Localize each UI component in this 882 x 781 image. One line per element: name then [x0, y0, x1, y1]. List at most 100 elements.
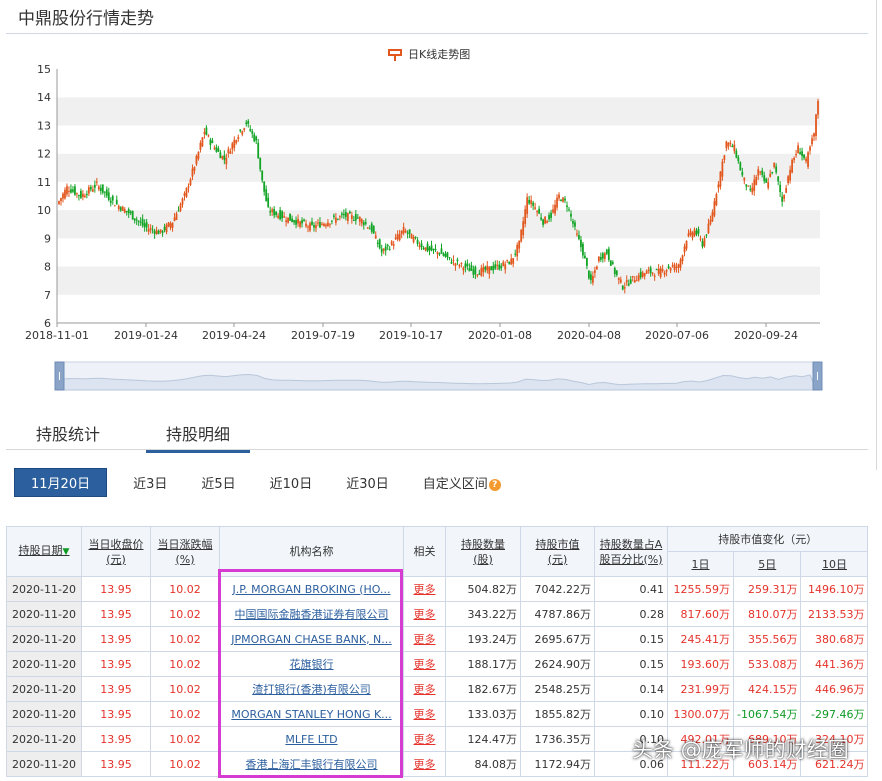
org-link[interactable]: 中国国际金融香港证券有限公司	[219, 601, 404, 627]
header-date[interactable]: 持股日期▼	[6, 526, 82, 577]
candle-body	[97, 186, 100, 190]
change-5d-cell: 259.31万	[732, 576, 802, 602]
candle-body	[721, 161, 724, 177]
range-3d[interactable]: 近3日	[133, 473, 167, 492]
more-link[interactable]: 更多	[403, 726, 446, 752]
candle-body	[482, 266, 485, 273]
candle-body	[362, 222, 365, 226]
more-link-text[interactable]: 更多	[414, 583, 436, 596]
more-link[interactable]: 更多	[403, 651, 446, 677]
candle-body	[139, 221, 142, 223]
candle-body	[536, 210, 539, 213]
more-link[interactable]: 更多	[403, 626, 446, 652]
header-change[interactable]: 当日涨跌幅 (%)	[150, 526, 220, 577]
range-nov20[interactable]: 11月20日	[14, 467, 108, 497]
change-10d-cell: 380.68万	[800, 626, 869, 652]
candle-body	[478, 273, 481, 275]
more-link-text[interactable]: 更多	[414, 608, 436, 621]
candle-body	[809, 146, 811, 151]
org-link[interactable]: 渣打银行(香港)有限公司	[219, 676, 404, 702]
candle-body	[58, 201, 60, 204]
chart-legend[interactable]: 日K线走势图	[388, 46, 470, 62]
candle-body	[647, 269, 650, 271]
y-tick-label: 9	[44, 232, 51, 245]
kline-chart[interactable]: 6 7 8 9 10 11 12 13 14 15 2018-11-01 2019-01-24 2019…	[0, 40, 860, 400]
candle-body	[428, 247, 431, 251]
org-link-text[interactable]: MLFE LTD	[285, 733, 337, 746]
candle-body	[422, 247, 425, 249]
y-tick-label: 11	[37, 176, 51, 189]
candle-body	[470, 265, 473, 271]
candle-body	[315, 225, 317, 229]
org-link-text[interactable]: MORGAN STANLEY HONG K...	[231, 708, 391, 721]
more-link[interactable]: 更多	[403, 751, 446, 777]
candle-body	[538, 208, 541, 214]
range-10d[interactable]: 近10日	[270, 473, 313, 492]
more-link-text[interactable]: 更多	[414, 733, 436, 746]
candle-body	[687, 233, 690, 237]
candle-body	[697, 229, 700, 234]
candle-body	[424, 247, 427, 251]
more-link-text[interactable]: 更多	[414, 758, 436, 771]
candle-body	[295, 220, 297, 225]
more-link-text[interactable]: 更多	[414, 708, 436, 721]
more-link[interactable]: 更多	[403, 576, 446, 602]
more-link-text[interactable]: 更多	[414, 633, 436, 646]
org-link-text[interactable]: 花旗银行	[290, 658, 334, 671]
header-pct[interactable]: 持股数量占A 股百分比(%)	[594, 526, 668, 577]
org-link[interactable]: 花旗银行	[219, 651, 404, 677]
candle-body	[701, 241, 704, 247]
grid-band	[57, 266, 820, 295]
candle-body	[117, 205, 120, 209]
org-link-text[interactable]: 渣打银行(香港)有限公司	[252, 683, 371, 696]
candle-body	[609, 260, 612, 266]
change-1d-cell: 817.60万	[667, 601, 734, 627]
candle-body	[311, 221, 313, 225]
org-link-text[interactable]: 香港上海汇丰银行有限公司	[246, 758, 378, 771]
org-link[interactable]: JPMORGAN CHASE BANK, N...	[219, 626, 404, 652]
range-5d[interactable]: 近5日	[201, 473, 235, 492]
org-link-text[interactable]: 中国国际金融香港证券有限公司	[235, 608, 389, 621]
change-10d-cell: 1496.10万	[800, 576, 869, 602]
org-link[interactable]: 香港上海汇丰银行有限公司	[219, 751, 404, 777]
range-30d[interactable]: 近30日	[346, 473, 389, 492]
more-link-text[interactable]: 更多	[414, 658, 436, 671]
header-qty[interactable]: 持股数量 (股)	[445, 526, 521, 577]
header-1d[interactable]: 1日	[667, 551, 734, 577]
candle-body	[366, 227, 369, 229]
tab-holding-stats[interactable]: 持股统计	[36, 421, 100, 445]
more-link-text[interactable]: 更多	[414, 683, 436, 696]
header-close[interactable]: 当日收盘价 (元)	[81, 526, 151, 577]
candle-body	[751, 187, 754, 193]
candle-body	[177, 210, 180, 212]
org-link[interactable]: MLFE LTD	[219, 726, 404, 752]
candle-body	[187, 186, 190, 188]
candle-body	[564, 198, 566, 201]
org-link-text[interactable]: J.P. MORGAN BROKING (HO...	[232, 583, 390, 596]
candle-body	[344, 212, 347, 217]
org-link-text[interactable]: JPMORGAN CHASE BANK, N...	[231, 633, 392, 646]
candle-body	[775, 166, 778, 173]
header-10d[interactable]: 10日	[800, 551, 869, 577]
more-link[interactable]: 更多	[403, 601, 446, 627]
candle-body	[225, 157, 228, 165]
candle-body	[693, 229, 696, 236]
header-5d[interactable]: 5日	[732, 551, 802, 577]
candle-body	[683, 246, 686, 253]
org-link[interactable]: J.P. MORGAN BROKING (HO...	[219, 576, 404, 602]
candle-body	[293, 220, 295, 223]
candle-body	[661, 269, 664, 272]
more-link[interactable]: 更多	[403, 701, 446, 727]
mv-cell: 2695.67万	[520, 626, 595, 652]
org-link[interactable]: MORGAN STANLEY HONG K...	[219, 701, 404, 727]
candle-body	[500, 265, 503, 269]
range-custom[interactable]: 自定义区间?	[423, 473, 501, 492]
candle-body	[458, 264, 461, 267]
more-link[interactable]: 更多	[403, 676, 446, 702]
x-tick-label: 2019-10-17	[379, 329, 443, 342]
kline-svg[interactable]: 67891011121314152018-11-01 2019-01-24 2019…	[0, 40, 860, 400]
tab-holding-details[interactable]: 持股明细	[145, 421, 251, 453]
header-mv[interactable]: 持股市值 (元)	[520, 526, 595, 577]
candle-body	[406, 232, 409, 234]
help-icon[interactable]: ?	[488, 478, 501, 491]
